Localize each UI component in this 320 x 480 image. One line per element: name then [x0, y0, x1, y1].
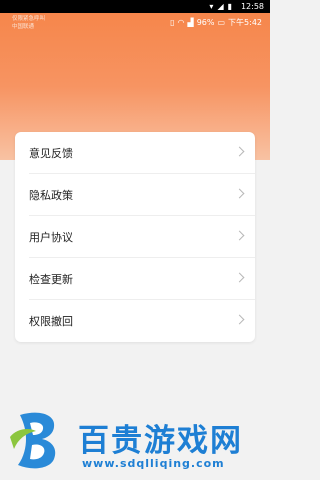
settings-item-label: 隐私政策	[29, 189, 73, 202]
settings-item-revoke-permissions[interactable]: 权限撤回	[15, 300, 255, 342]
settings-item-label: 检查更新	[29, 273, 73, 286]
settings-item-feedback[interactable]: 意见反馈	[15, 132, 255, 174]
settings-item-privacy-policy[interactable]: 隐私政策	[15, 174, 255, 216]
settings-item-label: 权限撤回	[29, 315, 73, 328]
carrier-name: 中国联通	[12, 24, 35, 30]
wifi-icon: ◠	[177, 18, 185, 27]
battery-icon: ▮	[227, 2, 232, 11]
settings-item-user-agreement[interactable]: 用户协议	[15, 216, 255, 258]
chevron-right-icon	[234, 188, 245, 199]
chevron-right-icon	[234, 230, 245, 241]
settings-item-check-update[interactable]: 检查更新	[15, 258, 255, 300]
watermark-url: www.sdqlliqing.com	[82, 457, 225, 470]
carrier-info: 仅限紧急呼叫 中国联通	[12, 15, 45, 31]
battery-icon: ▭	[217, 18, 226, 27]
system-status-bar: ▾ ◢ ▮ 12:58	[0, 0, 270, 13]
carrier-emergency-text: 仅限紧急呼叫	[12, 16, 46, 22]
chevron-right-icon	[234, 146, 245, 157]
wifi-icon: ▾	[209, 2, 214, 11]
chevron-right-icon	[234, 314, 245, 325]
site-watermark: 百贵游戏网 www.sdqlliqing.com	[0, 405, 270, 480]
vibrate-icon: ▯	[170, 18, 175, 27]
watermark-title: 百贵游戏网	[78, 423, 243, 459]
system-time: 12:58	[240, 2, 264, 11]
signal-icon: ▟	[187, 18, 194, 27]
battery-percent: 96%	[196, 18, 215, 27]
settings-card: 意见反馈 隐私政策 用户协议 检查更新 权限撤回	[15, 132, 255, 342]
settings-item-label: 用户协议	[29, 231, 73, 244]
chevron-right-icon	[234, 272, 245, 283]
settings-item-label: 意见反馈	[29, 147, 73, 160]
status-time: 下午5:42	[228, 18, 262, 27]
status-indicators: ▯ ◠ ▟ 96% ▭ 下午5:42	[170, 17, 262, 28]
system-status-icons: ▾ ◢ ▮	[209, 0, 232, 13]
signal-icon: ◢	[217, 2, 224, 11]
watermark-logo-icon	[10, 412, 56, 469]
